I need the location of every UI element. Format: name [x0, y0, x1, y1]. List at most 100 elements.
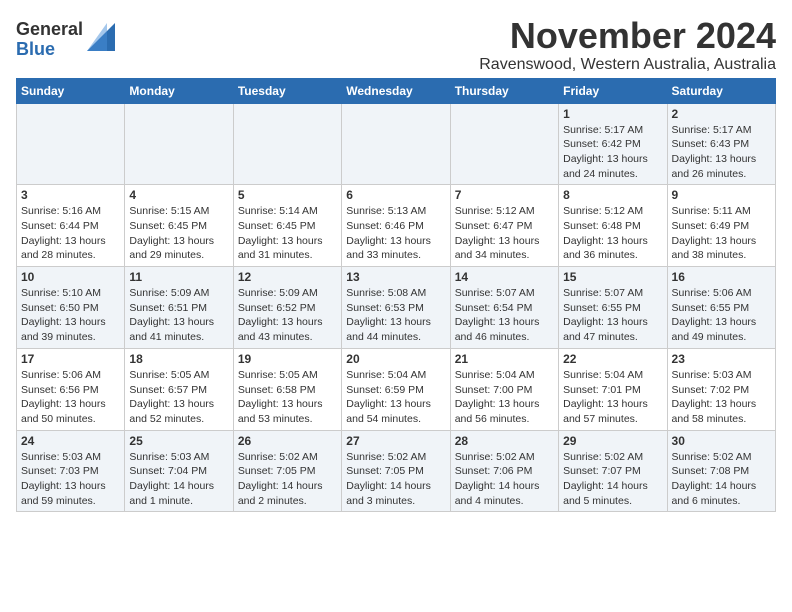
- page-title: November 2024: [479, 16, 776, 56]
- day-number: 3: [21, 188, 120, 202]
- day-detail: Sunrise: 5:06 AM Sunset: 6:56 PM Dayligh…: [21, 368, 120, 427]
- calendar-cell: 19Sunrise: 5:05 AM Sunset: 6:58 PM Dayli…: [233, 348, 341, 430]
- day-number: 10: [21, 270, 120, 284]
- logo: General Blue: [16, 20, 115, 60]
- day-detail: Sunrise: 5:04 AM Sunset: 7:01 PM Dayligh…: [563, 368, 662, 427]
- header-day-wednesday: Wednesday: [342, 78, 450, 103]
- day-detail: Sunrise: 5:15 AM Sunset: 6:45 PM Dayligh…: [129, 204, 228, 263]
- day-number: 7: [455, 188, 554, 202]
- day-number: 20: [346, 352, 445, 366]
- calendar-cell: 11Sunrise: 5:09 AM Sunset: 6:51 PM Dayli…: [125, 267, 233, 349]
- calendar-cell: 30 Sunrise: 5:02 AM Sunset: 7:08 PM Dayli…: [667, 430, 775, 512]
- day-detail: Sunrise: 5:12 AM Sunset: 6:48 PM Dayligh…: [563, 204, 662, 263]
- header-day-monday: Monday: [125, 78, 233, 103]
- day-detail: Sunrise: 5:17 AM Sunset: 6:42 PM Dayligh…: [563, 123, 662, 182]
- day-detail: Sunrise: 5:03 AM Sunset: 7:03 PM Dayligh…: [21, 450, 120, 509]
- day-number: 11: [129, 270, 228, 284]
- day-number: 28: [455, 434, 554, 448]
- calendar-cell: 27 Sunrise: 5:02 AM Sunset: 7:05 PM Dayli…: [342, 430, 450, 512]
- day-detail: Sunrise: 5:02 AM Sunset: 7:05 PM Dayligh…: [346, 450, 445, 509]
- day-number: 1: [563, 107, 662, 121]
- day-number: 2: [672, 107, 771, 121]
- logo-line1: General: [16, 20, 83, 40]
- calendar-cell: 6Sunrise: 5:13 AM Sunset: 6:46 PM Daylig…: [342, 185, 450, 267]
- calendar-cell: [125, 103, 233, 185]
- day-detail: Sunrise: 5:10 AM Sunset: 6:50 PM Dayligh…: [21, 286, 120, 345]
- day-detail: Sunrise: 5:07 AM Sunset: 6:55 PM Dayligh…: [563, 286, 662, 345]
- calendar-body: 1 Sunrise: 5:17 AM Sunset: 6:42 PM Daylig…: [17, 103, 776, 512]
- week-row-4: 17 Sunrise: 5:06 AM Sunset: 6:56 PM Dayli…: [17, 348, 776, 430]
- calendar-cell: 10 Sunrise: 5:10 AM Sunset: 6:50 PM Dayli…: [17, 267, 125, 349]
- day-detail: Sunrise: 5:06 AM Sunset: 6:55 PM Dayligh…: [672, 286, 771, 345]
- day-detail: Sunrise: 5:04 AM Sunset: 6:59 PM Dayligh…: [346, 368, 445, 427]
- calendar-cell: 20 Sunrise: 5:04 AM Sunset: 6:59 PM Dayli…: [342, 348, 450, 430]
- day-number: 29: [563, 434, 662, 448]
- week-row-2: 3 Sunrise: 5:16 AM Sunset: 6:44 PM Daylig…: [17, 185, 776, 267]
- title-block: November 2024 Ravenswood, Western Austra…: [479, 16, 776, 74]
- day-detail: Sunrise: 5:12 AM Sunset: 6:47 PM Dayligh…: [455, 204, 554, 263]
- day-number: 8: [563, 188, 662, 202]
- calendar-cell: 16 Sunrise: 5:06 AM Sunset: 6:55 PM Dayli…: [667, 267, 775, 349]
- day-number: 22: [563, 352, 662, 366]
- calendar-cell: 23 Sunrise: 5:03 AM Sunset: 7:02 PM Dayli…: [667, 348, 775, 430]
- day-number: 18: [129, 352, 228, 366]
- week-row-5: 24 Sunrise: 5:03 AM Sunset: 7:03 PM Dayli…: [17, 430, 776, 512]
- calendar-cell: 4 Sunrise: 5:15 AM Sunset: 6:45 PM Daylig…: [125, 185, 233, 267]
- day-number: 4: [129, 188, 228, 202]
- calendar-cell: 2Sunrise: 5:17 AM Sunset: 6:43 PM Daylig…: [667, 103, 775, 185]
- header-row: SundayMondayTuesdayWednesdayThursdayFrid…: [17, 78, 776, 103]
- calendar-cell: 15 Sunrise: 5:07 AM Sunset: 6:55 PM Dayli…: [559, 267, 667, 349]
- week-row-3: 10 Sunrise: 5:10 AM Sunset: 6:50 PM Dayli…: [17, 267, 776, 349]
- day-number: 30: [672, 434, 771, 448]
- day-detail: Sunrise: 5:14 AM Sunset: 6:45 PM Dayligh…: [238, 204, 337, 263]
- calendar-cell: [342, 103, 450, 185]
- day-number: 15: [563, 270, 662, 284]
- day-detail: Sunrise: 5:09 AM Sunset: 6:52 PM Dayligh…: [238, 286, 337, 345]
- day-number: 17: [21, 352, 120, 366]
- day-number: 25: [129, 434, 228, 448]
- day-number: 12: [238, 270, 337, 284]
- header-day-friday: Friday: [559, 78, 667, 103]
- page-subtitle: Ravenswood, Western Australia, Australia: [479, 56, 776, 74]
- calendar-cell: [17, 103, 125, 185]
- day-detail: Sunrise: 5:02 AM Sunset: 7:08 PM Dayligh…: [672, 450, 771, 509]
- day-number: 27: [346, 434, 445, 448]
- header-day-thursday: Thursday: [450, 78, 558, 103]
- day-detail: Sunrise: 5:03 AM Sunset: 7:04 PM Dayligh…: [129, 450, 228, 509]
- calendar-cell: [450, 103, 558, 185]
- calendar-cell: 9Sunrise: 5:11 AM Sunset: 6:49 PM Daylig…: [667, 185, 775, 267]
- calendar-cell: 14Sunrise: 5:07 AM Sunset: 6:54 PM Dayli…: [450, 267, 558, 349]
- calendar-header: SundayMondayTuesdayWednesdayThursdayFrid…: [17, 78, 776, 103]
- day-number: 16: [672, 270, 771, 284]
- logo-text: General Blue: [16, 20, 83, 60]
- calendar-cell: 1 Sunrise: 5:17 AM Sunset: 6:42 PM Daylig…: [559, 103, 667, 185]
- calendar-cell: [233, 103, 341, 185]
- calendar-cell: 24 Sunrise: 5:03 AM Sunset: 7:03 PM Dayli…: [17, 430, 125, 512]
- day-detail: Sunrise: 5:07 AM Sunset: 6:54 PM Dayligh…: [455, 286, 554, 345]
- calendar-cell: 26Sunrise: 5:02 AM Sunset: 7:05 PM Dayli…: [233, 430, 341, 512]
- header-day-sunday: Sunday: [17, 78, 125, 103]
- calendar-cell: 13Sunrise: 5:08 AM Sunset: 6:53 PM Dayli…: [342, 267, 450, 349]
- calendar-cell: 3 Sunrise: 5:16 AM Sunset: 6:44 PM Daylig…: [17, 185, 125, 267]
- day-detail: Sunrise: 5:04 AM Sunset: 7:00 PM Dayligh…: [455, 368, 554, 427]
- calendar-cell: 28 Sunrise: 5:02 AM Sunset: 7:06 PM Dayli…: [450, 430, 558, 512]
- header-day-saturday: Saturday: [667, 78, 775, 103]
- day-detail: Sunrise: 5:05 AM Sunset: 6:57 PM Dayligh…: [129, 368, 228, 427]
- day-detail: Sunrise: 5:13 AM Sunset: 6:46 PM Dayligh…: [346, 204, 445, 263]
- day-number: 24: [21, 434, 120, 448]
- logo-line2: Blue: [16, 40, 83, 60]
- calendar-cell: 7 Sunrise: 5:12 AM Sunset: 6:47 PM Daylig…: [450, 185, 558, 267]
- calendar-cell: 17 Sunrise: 5:06 AM Sunset: 6:56 PM Dayli…: [17, 348, 125, 430]
- header-day-tuesday: Tuesday: [233, 78, 341, 103]
- calendar-cell: 21Sunrise: 5:04 AM Sunset: 7:00 PM Dayli…: [450, 348, 558, 430]
- calendar-cell: 8 Sunrise: 5:12 AM Sunset: 6:48 PM Daylig…: [559, 185, 667, 267]
- day-number: 19: [238, 352, 337, 366]
- day-number: 23: [672, 352, 771, 366]
- day-detail: Sunrise: 5:03 AM Sunset: 7:02 PM Dayligh…: [672, 368, 771, 427]
- day-detail: Sunrise: 5:02 AM Sunset: 7:05 PM Dayligh…: [238, 450, 337, 509]
- day-detail: Sunrise: 5:16 AM Sunset: 6:44 PM Dayligh…: [21, 204, 120, 263]
- calendar-table: SundayMondayTuesdayWednesdayThursdayFrid…: [16, 78, 776, 513]
- calendar-cell: 18 Sunrise: 5:05 AM Sunset: 6:57 PM Dayli…: [125, 348, 233, 430]
- day-detail: Sunrise: 5:02 AM Sunset: 7:07 PM Dayligh…: [563, 450, 662, 509]
- day-detail: Sunrise: 5:02 AM Sunset: 7:06 PM Dayligh…: [455, 450, 554, 509]
